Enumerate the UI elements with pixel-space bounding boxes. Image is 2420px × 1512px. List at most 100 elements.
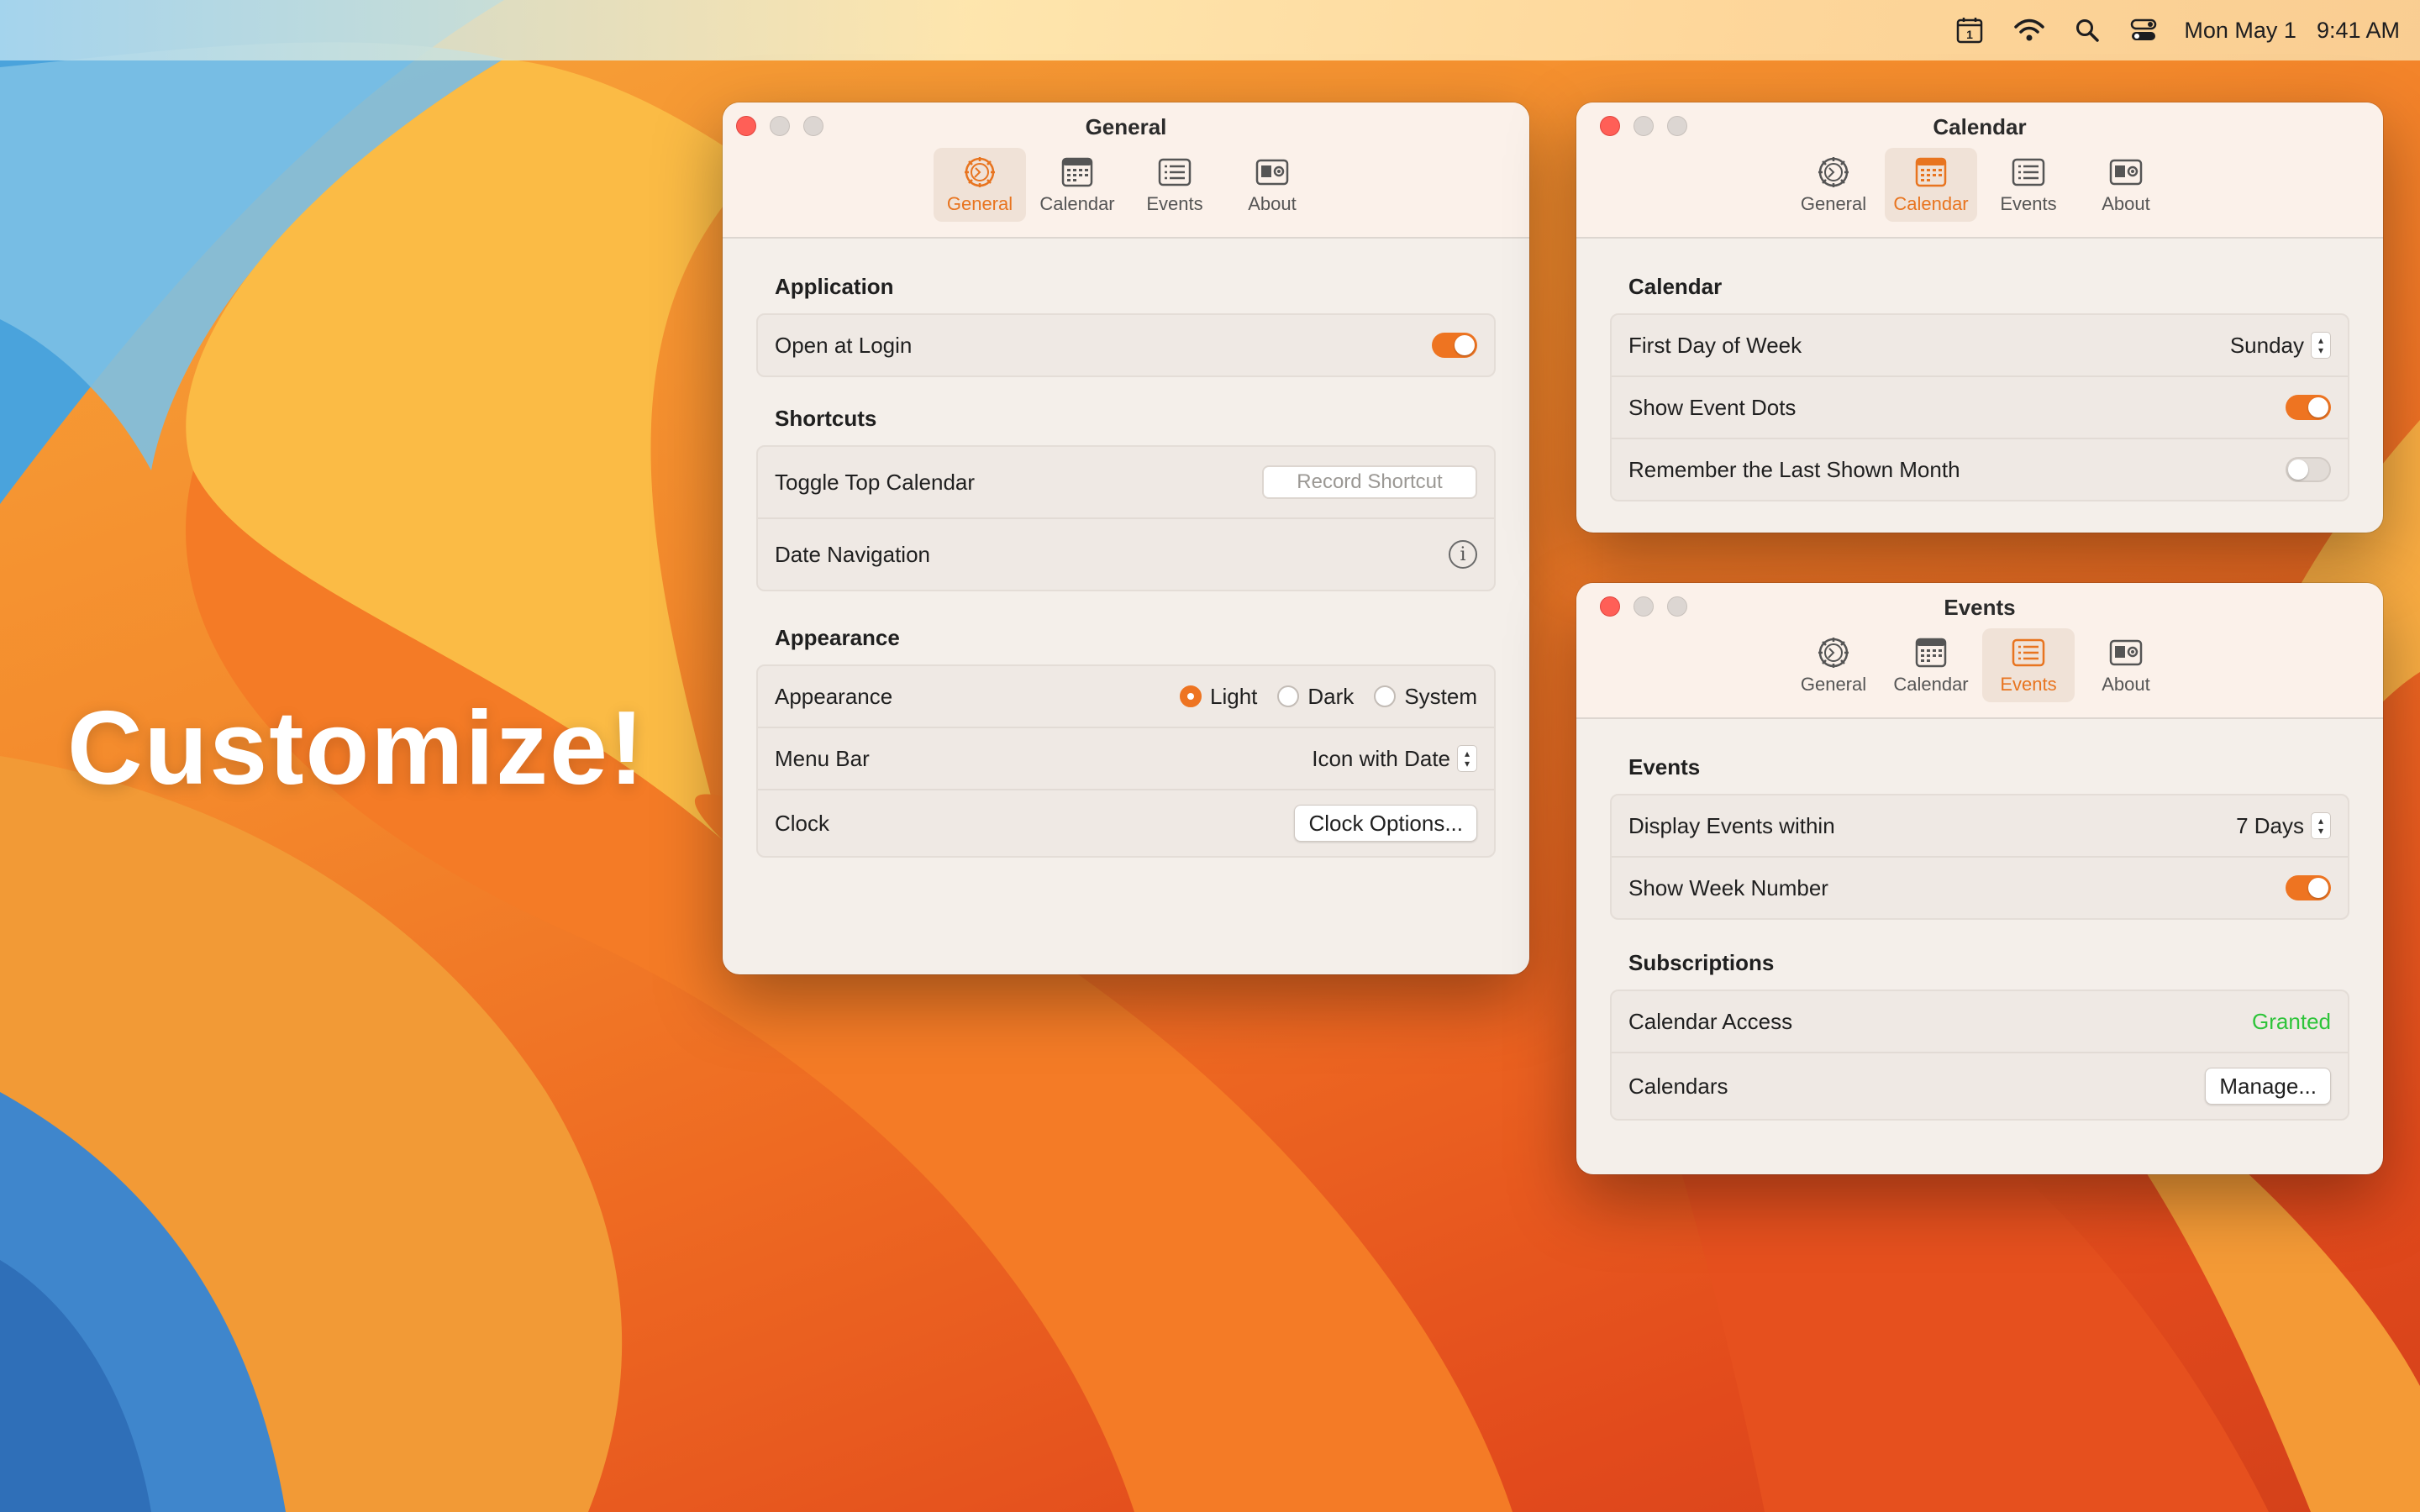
show-event-dots-row: Show Event Dots — [1612, 377, 2348, 439]
date-navigation-label: Date Navigation — [775, 541, 930, 567]
calendars-row: Calendars Manage... — [1612, 1053, 2348, 1119]
show-week-number-toggle[interactable] — [2286, 875, 2331, 900]
tab-general[interactable]: General — [1787, 148, 1880, 222]
gear-icon — [1818, 157, 1849, 187]
tab-general[interactable]: General — [1787, 628, 1880, 702]
tab-label: Events — [2000, 193, 2057, 214]
display-within-popup[interactable]: 7 Days ▴ ▾ — [2236, 812, 2331, 839]
calendar-group: First Day of Week Sunday ▴ ▾ Show Event D… — [1610, 313, 2349, 501]
contact-card-icon — [1255, 159, 1289, 186]
tab-calendar[interactable]: Calendar — [1885, 148, 1977, 222]
radio-label: System — [1404, 683, 1477, 709]
menu-bar: 1 Mon May 1 9:41 AM — [0, 0, 2420, 60]
appearance-radio-group: Light Dark System — [1160, 684, 1477, 710]
show-event-dots-toggle[interactable] — [2286, 395, 2331, 420]
window-title: General — [1085, 114, 1167, 139]
window-title: Events — [1944, 595, 2016, 620]
clock-options-button[interactable]: Clock Options... — [1294, 805, 1477, 842]
tab-label: General — [946, 193, 1013, 214]
menu-bar-label: Menu Bar — [775, 745, 870, 771]
list-icon — [2012, 158, 2045, 186]
show-week-number-row: Show Week Number — [1612, 858, 2348, 918]
chevron-up-down-icon: ▴ ▾ — [1457, 745, 1477, 772]
menu-bar-value: Icon with Date — [1312, 745, 1450, 771]
appearance-dark-radio[interactable]: Dark — [1277, 684, 1354, 710]
calendars-label: Calendars — [1628, 1073, 1728, 1099]
menu-bar-row: Menu Bar Icon with Date ▴ ▾ — [758, 728, 1494, 790]
appearance-light-radio[interactable]: Light — [1180, 684, 1257, 710]
chevron-up-down-icon: ▴ ▾ — [2311, 332, 2331, 359]
tab-general[interactable]: General — [934, 148, 1026, 222]
control-center-icon[interactable] — [2130, 18, 2157, 43]
toggle-top-calendar-row: Toggle Top Calendar Record Shortcut — [758, 447, 1494, 519]
radio-dot — [1277, 685, 1300, 707]
tab-events[interactable]: Events — [1128, 148, 1221, 222]
tab-label: About — [2102, 193, 2150, 214]
settings-tabs: General Calendar Events About — [1576, 148, 2383, 222]
tab-events[interactable]: Events — [1982, 628, 2075, 702]
first-day-popup[interactable]: Sunday ▴ ▾ — [2230, 332, 2331, 359]
tab-label: General — [1800, 674, 1867, 695]
manage-calendars-button[interactable]: Manage... — [2205, 1068, 2331, 1105]
display-within-row: Display Events within 7 Days ▴ ▾ — [1612, 795, 2348, 858]
contact-card-icon — [2109, 159, 2143, 186]
tab-label: General — [1800, 193, 1867, 214]
section-application-title: Application — [775, 274, 894, 299]
calendar-access-status: Granted — [2252, 1008, 2331, 1034]
remember-month-label: Remember the Last Shown Month — [1628, 456, 1960, 482]
section-shortcuts-title: Shortcuts — [775, 406, 877, 431]
radio-label: Light — [1210, 683, 1258, 709]
tab-label: Calendar — [1893, 674, 1969, 695]
appearance-system-radio[interactable]: System — [1374, 684, 1477, 710]
wifi-icon[interactable] — [2014, 18, 2045, 42]
first-day-value: Sunday — [2229, 332, 2304, 358]
menubar-date[interactable]: Mon May 1 — [2184, 18, 2296, 44]
events-settings-window: Events General Calendar Events About Eve… — [1576, 583, 2383, 1174]
first-day-row: First Day of Week Sunday ▴ ▾ — [1612, 315, 2348, 377]
contact-card-icon — [2109, 639, 2143, 666]
calendar-content: Calendar First Day of Week Sunday ▴ ▾ Sho… — [1576, 239, 2383, 501]
tab-about[interactable]: About — [2080, 628, 2172, 702]
calendar-app-status-icon[interactable]: 1 — [1955, 16, 1984, 45]
info-icon[interactable]: i — [1449, 540, 1477, 569]
tab-label: About — [1248, 193, 1297, 214]
menu-bar-popup[interactable]: Icon with Date ▴ ▾ — [1312, 745, 1477, 772]
window-titlebar: General General Calendar Events About — [723, 102, 1529, 239]
radio-dot — [1180, 685, 1202, 707]
events-group: Display Events within 7 Days ▴ ▾ Show Wee… — [1610, 794, 2349, 920]
tab-calendar[interactable]: Calendar — [1885, 628, 1977, 702]
menubar-time[interactable]: 9:41 AM — [2317, 18, 2400, 44]
record-shortcut-field[interactable]: Record Shortcut — [1262, 465, 1477, 499]
calendar-icon — [1915, 157, 1947, 187]
open-at-login-toggle[interactable] — [1432, 333, 1477, 358]
general-settings-window: General General Calendar Events About Ap… — [723, 102, 1529, 974]
events-content: Events Display Events within 7 Days ▴ ▾ S… — [1576, 719, 2383, 1121]
calendar-icon — [1061, 157, 1093, 187]
window-titlebar: Events General Calendar Events About — [1576, 583, 2383, 719]
spotlight-search-icon[interactable] — [2075, 18, 2100, 43]
calendar-icon-day: 1 — [1966, 28, 1973, 41]
show-event-dots-label: Show Event Dots — [1628, 394, 1797, 420]
section-subscriptions-title: Subscriptions — [1628, 950, 1775, 975]
window-title: Calendar — [1933, 114, 2027, 139]
first-day-label: First Day of Week — [1628, 332, 1802, 358]
radio-dot — [1374, 685, 1397, 707]
general-content: Application Open at Login Shortcuts Togg… — [723, 239, 1529, 858]
tab-about[interactable]: About — [1226, 148, 1318, 222]
tab-label: About — [2102, 674, 2150, 695]
display-within-value: 7 Days — [2236, 812, 2304, 838]
clock-row: Clock Clock Options... — [758, 790, 1494, 856]
radio-label: Dark — [1307, 683, 1355, 709]
shortcuts-group: Toggle Top Calendar Record Shortcut Date… — [756, 445, 1496, 591]
application-group: Open at Login — [756, 313, 1496, 377]
tab-about[interactable]: About — [2080, 148, 2172, 222]
gear-icon — [1818, 638, 1849, 668]
date-navigation-row: Date Navigation i — [758, 519, 1494, 590]
tab-calendar[interactable]: Calendar — [1031, 148, 1123, 222]
calendar-icon: 1 — [1957, 18, 1983, 44]
tab-events[interactable]: Events — [1982, 148, 2075, 222]
section-appearance-title: Appearance — [775, 625, 900, 650]
list-icon — [1158, 158, 1192, 186]
remember-month-toggle[interactable] — [2286, 457, 2331, 482]
calendar-access-row: Calendar Access Granted — [1612, 991, 2348, 1053]
